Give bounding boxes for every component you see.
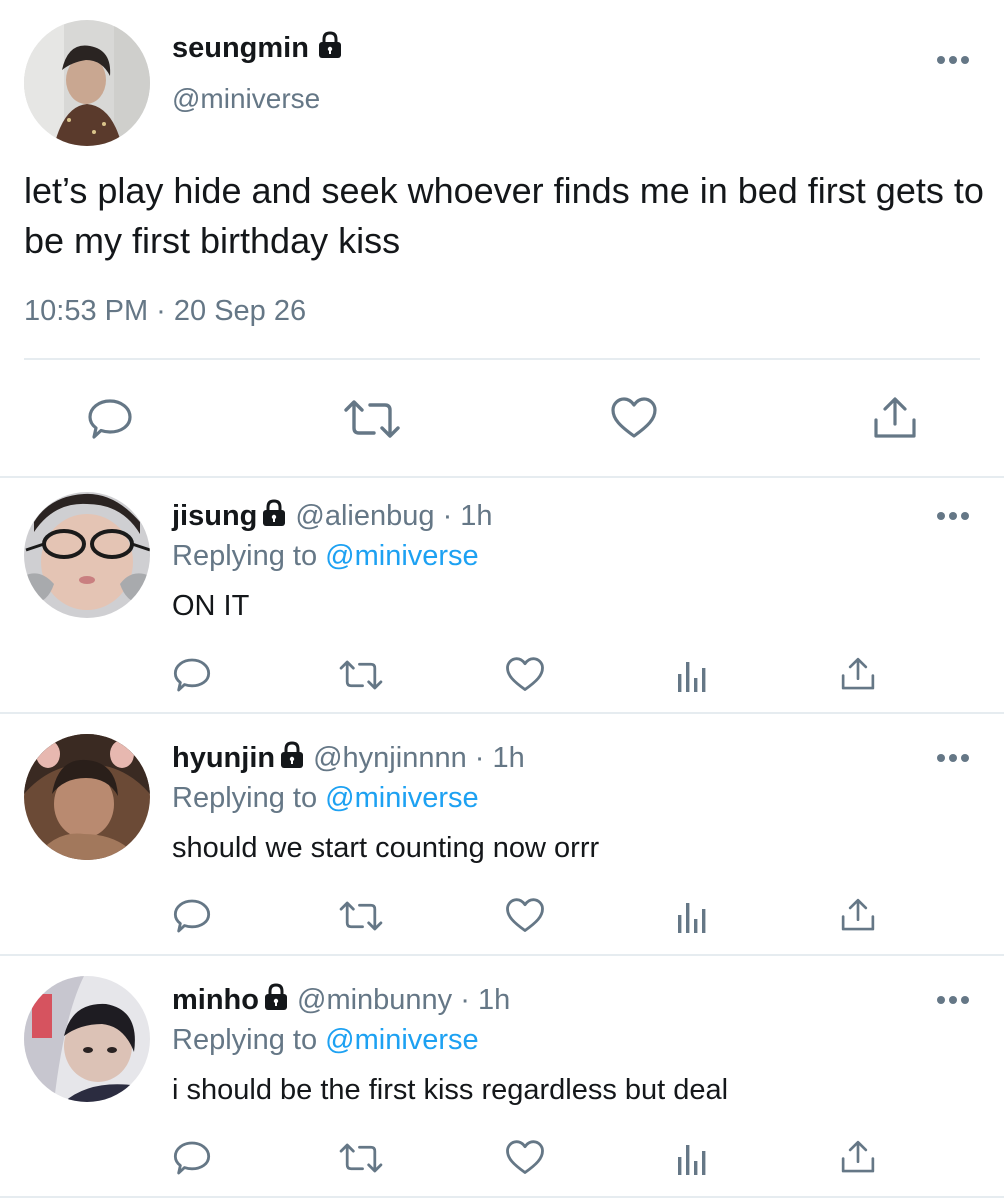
lock-icon	[261, 499, 287, 536]
reply-icon[interactable]	[172, 897, 212, 935]
share-icon[interactable]	[872, 396, 918, 440]
divider	[0, 712, 1004, 714]
reply-header: hyunjin @hynjinnnn · 1h	[172, 740, 525, 778]
replying-prefix: Replying to	[172, 782, 318, 814]
more-icon[interactable]	[936, 994, 970, 1006]
replying-link[interactable]: @miniverse	[325, 782, 479, 814]
retweet-icon[interactable]	[342, 398, 402, 440]
reply-icon[interactable]	[172, 1139, 212, 1177]
replying-to: Replying to @miniverse	[172, 1022, 479, 1058]
replying-prefix: Replying to	[172, 540, 318, 572]
like-icon[interactable]	[505, 1139, 545, 1176]
retweet-icon[interactable]	[338, 899, 384, 933]
handle[interactable]: @miniverse	[172, 82, 320, 116]
display-name[interactable]: hyunjin	[172, 742, 275, 774]
display-name[interactable]: minho	[172, 984, 259, 1016]
retweet-icon[interactable]	[338, 1141, 384, 1175]
lock-icon	[263, 983, 289, 1020]
divider	[0, 954, 1004, 956]
more-icon[interactable]	[936, 54, 970, 66]
handle[interactable]: @hynjinnnn	[313, 742, 467, 774]
lock-icon	[317, 31, 343, 68]
replying-link[interactable]: @miniverse	[325, 1024, 479, 1056]
divider	[0, 1196, 1004, 1198]
time: · 1h	[474, 742, 525, 774]
divider	[24, 358, 980, 360]
avatar[interactable]	[24, 492, 150, 618]
reply-icon[interactable]	[172, 656, 212, 694]
reply-icon[interactable]	[86, 397, 134, 441]
avatar[interactable]	[24, 976, 150, 1102]
handle[interactable]: @alienbug	[295, 500, 434, 532]
analytics-icon[interactable]	[676, 899, 708, 933]
reply-header: jisung @alienbug · 1h	[172, 498, 493, 536]
divider	[0, 476, 1004, 478]
reply-text: ON IT	[172, 590, 250, 622]
reply-text: i should be the first kiss regardless bu…	[172, 1074, 729, 1106]
like-icon[interactable]	[505, 656, 545, 693]
timestamp[interactable]: 10:53 PM · 20 Sep 26	[24, 292, 306, 330]
time: · 1h	[442, 500, 493, 532]
more-icon[interactable]	[936, 510, 970, 522]
share-icon[interactable]	[840, 897, 876, 933]
display-name-text[interactable]: seungmin	[172, 32, 309, 64]
display-name[interactable]: seungmin	[172, 30, 343, 68]
replying-to: Replying to @miniverse	[172, 780, 479, 816]
handle[interactable]: @minbunny	[297, 984, 452, 1016]
analytics-icon[interactable]	[676, 658, 708, 692]
reply-header: minho @minbunny · 1h	[172, 982, 510, 1020]
avatar[interactable]	[24, 734, 150, 860]
more-icon[interactable]	[936, 752, 970, 764]
avatar[interactable]	[24, 20, 150, 146]
replying-link[interactable]: @miniverse	[325, 540, 479, 572]
share-icon[interactable]	[840, 656, 876, 692]
replying-to: Replying to @miniverse	[172, 538, 479, 574]
lock-icon	[279, 741, 305, 778]
display-name[interactable]: jisung	[172, 500, 257, 532]
share-icon[interactable]	[840, 1139, 876, 1175]
tweet-text: let’s play hide and seek whoever finds m…	[24, 170, 984, 261]
retweet-icon[interactable]	[338, 658, 384, 692]
time: · 1h	[460, 984, 511, 1016]
like-icon[interactable]	[610, 396, 658, 440]
like-icon[interactable]	[505, 897, 545, 934]
analytics-icon[interactable]	[676, 1141, 708, 1175]
reply-text: should we start counting now orrr	[172, 832, 600, 864]
replying-prefix: Replying to	[172, 1024, 318, 1056]
